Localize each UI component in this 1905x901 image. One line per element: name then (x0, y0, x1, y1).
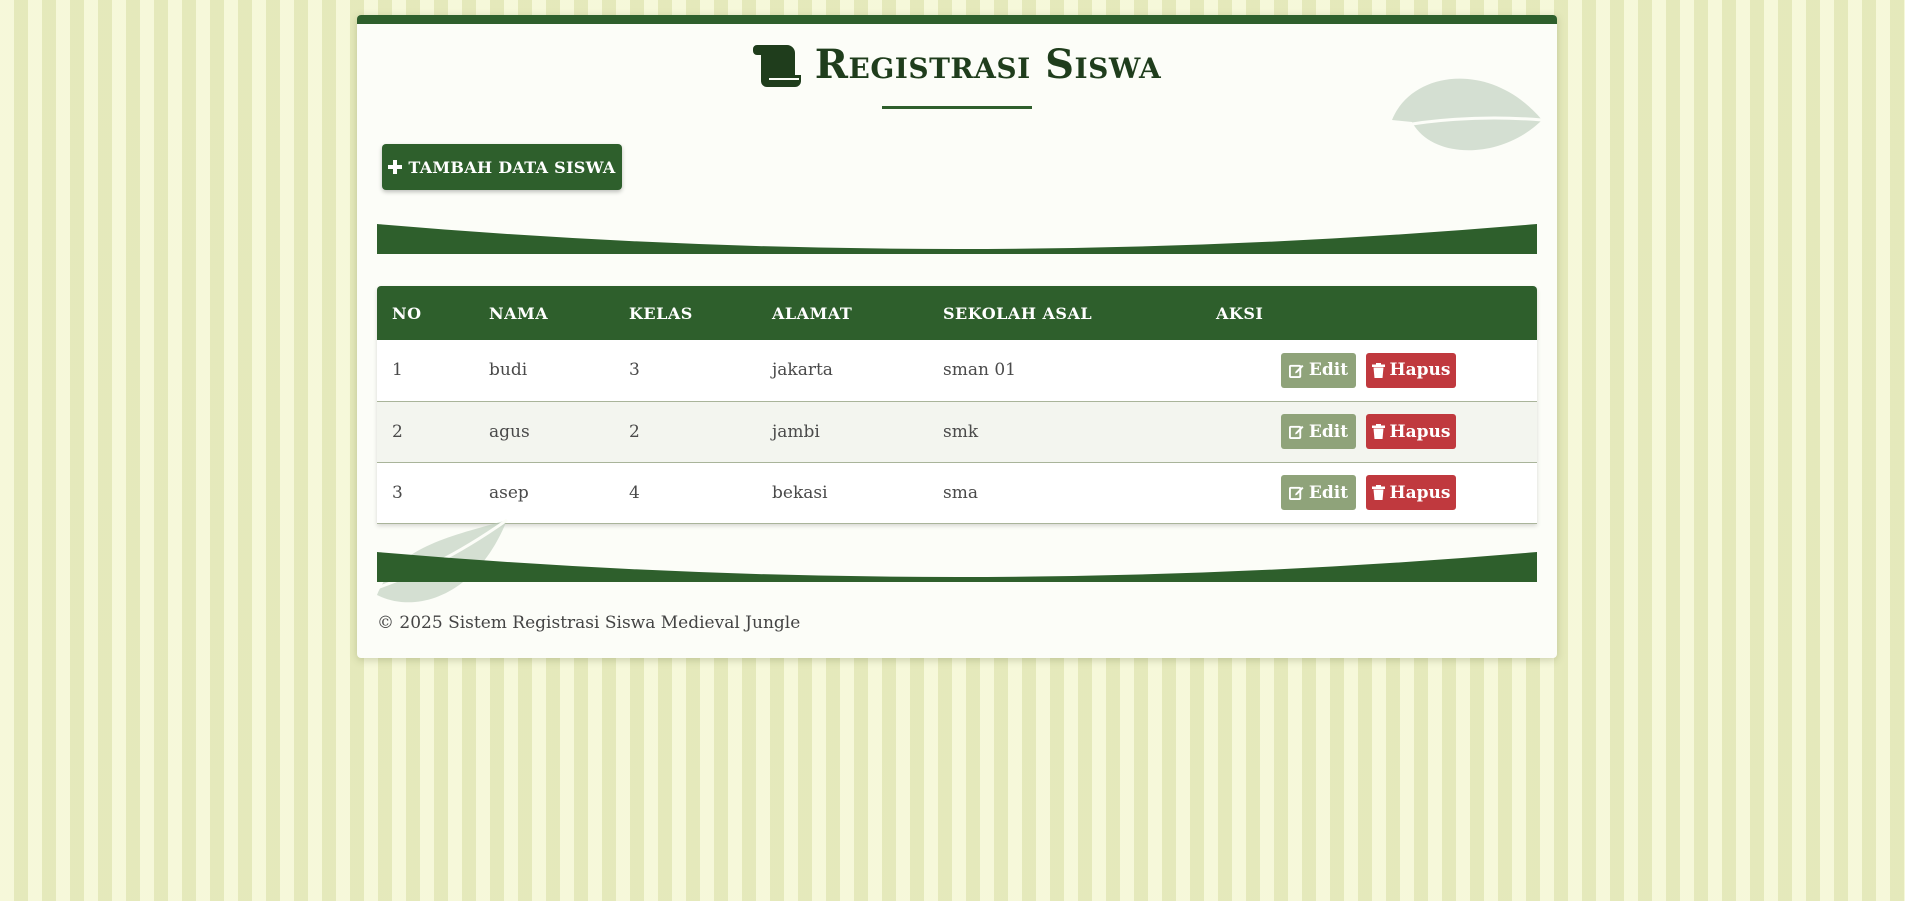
footer-text: © 2025 Sistem Registrasi Siswa Medieval … (377, 613, 801, 633)
header-alamat: ALAMAT (772, 303, 853, 323)
cell-aksi: Edit Hapus (1201, 340, 1537, 401)
header-no: NO (392, 303, 422, 323)
main-card: Registrasi Siswa TAMBAH DATA SISWA NO NA… (357, 15, 1557, 658)
edit-label: Edit (1308, 482, 1349, 503)
header-sekolah-asal: SEKOLAH ASAL (943, 303, 1093, 323)
delete-label: Hapus (1389, 482, 1451, 503)
cell-no: 3 (392, 482, 403, 503)
cell-nama: budi (489, 360, 528, 381)
edit-label: Edit (1308, 421, 1349, 442)
delete-button[interactable]: Hapus (1366, 352, 1456, 388)
card-top-bar (357, 15, 1557, 24)
cell-sekolah: sman 01 (943, 360, 1016, 381)
trash-icon (1371, 362, 1385, 378)
delete-button[interactable]: Hapus (1366, 475, 1456, 510)
trash-icon (1371, 424, 1385, 439)
header-kelas: KELAS (629, 303, 693, 323)
title-underline (882, 106, 1032, 109)
edit-icon (1288, 486, 1304, 500)
delete-label: Hapus (1389, 360, 1451, 381)
edit-button[interactable]: Edit (1281, 475, 1356, 510)
cell-sekolah: sma (943, 482, 978, 503)
cell-nama: agus (489, 421, 530, 442)
table-row: 3 asep 4 bekasi sma Edit Hapus (377, 462, 1537, 523)
students-table: NO NAMA KELAS ALAMAT SEKOLAH ASAL AKSI 1… (377, 286, 1537, 524)
cell-no: 1 (392, 360, 403, 381)
page-title: Registrasi Siswa (752, 41, 1162, 89)
header-nama: NAMA (489, 303, 549, 323)
cell-no: 2 (392, 421, 403, 442)
edit-icon (1288, 425, 1304, 439)
table-row: 1 budi 3 jakarta sman 01 Edit Hapus (377, 340, 1537, 401)
edit-label: Edit (1308, 360, 1349, 381)
cell-kelas: 4 (629, 482, 640, 503)
cell-alamat: jambi (772, 421, 820, 442)
cell-nama: asep (489, 482, 529, 503)
header-aksi: AKSI (1216, 303, 1264, 323)
edit-button[interactable]: Edit (1281, 414, 1356, 449)
wave-divider-top (377, 224, 1537, 254)
plus-icon (388, 160, 403, 174)
edit-button[interactable]: Edit (1281, 352, 1356, 388)
cell-kelas: 2 (629, 421, 640, 442)
delete-label: Hapus (1389, 421, 1451, 442)
edit-icon (1288, 364, 1304, 378)
cell-aksi: Edit Hapus (1201, 462, 1537, 523)
page-title-text: Registrasi Siswa (814, 41, 1162, 88)
add-student-label: TAMBAH DATA SISWA (408, 157, 616, 177)
trash-icon (1371, 485, 1385, 500)
cell-aksi: Edit Hapus (1201, 401, 1537, 462)
cell-kelas: 3 (629, 360, 640, 381)
add-student-button[interactable]: TAMBAH DATA SISWA (382, 144, 622, 190)
cell-alamat: jakarta (772, 360, 833, 381)
cell-alamat: bekasi (772, 482, 828, 503)
table-header-row: NO NAMA KELAS ALAMAT SEKOLAH ASAL AKSI (377, 286, 1537, 340)
cell-sekolah: smk (943, 421, 979, 442)
delete-button[interactable]: Hapus (1366, 414, 1456, 449)
wave-divider-bottom (377, 552, 1537, 582)
scroll-icon (752, 45, 801, 87)
table-row: 2 agus 2 jambi smk Edit Hapus (377, 401, 1537, 462)
